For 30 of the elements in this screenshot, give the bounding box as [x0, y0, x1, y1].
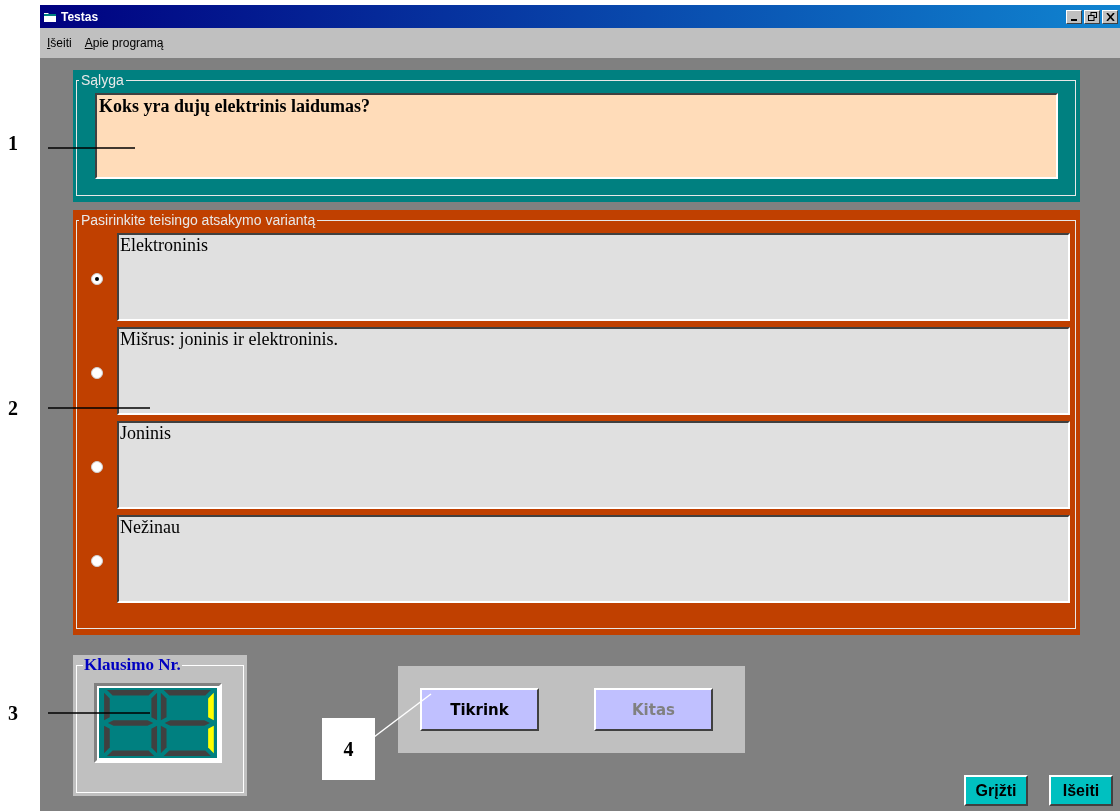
minimize-button[interactable] [1066, 9, 1082, 24]
frame-legend: Pasirinkite teisingo atsakymo variantą [79, 212, 318, 228]
action-button[interactable]: Tikrink [420, 688, 539, 731]
menu-item[interactable]: Apie programą [84, 36, 164, 50]
frame-legend: Sąlyga [79, 72, 126, 88]
restore-button[interactable] [1084, 9, 1100, 24]
minimize-icon [1071, 18, 1077, 21]
answer-option[interactable]: Elektroninis [117, 233, 1070, 321]
radio-button[interactable] [91, 555, 103, 567]
counter-label: Klausimo Nr. [83, 655, 182, 675]
radio-button[interactable] [91, 273, 103, 285]
radio-button[interactable] [91, 461, 103, 473]
answer-option[interactable]: Joninis [117, 421, 1070, 509]
callout-number: 3 [8, 702, 18, 725]
callout-number: 4 [322, 718, 375, 780]
restore-icon [1087, 12, 1097, 21]
callout-number: 2 [8, 397, 18, 420]
answer-option[interactable]: Mišrus: joninis ir elektroninis. [117, 327, 1070, 415]
callout-number: 1 [8, 132, 18, 155]
close-icon [1105, 12, 1115, 21]
answer-option[interactable]: Nežinau [117, 515, 1070, 603]
footer-button[interactable]: Išeiti [1049, 775, 1113, 806]
window-title: Testas [61, 9, 100, 24]
question-text: Koks yra dujų elektrinis laidumas? [95, 93, 1058, 179]
menu-item[interactable]: Išeiti [47, 36, 72, 50]
radio-button[interactable] [91, 367, 103, 379]
app-icon [43, 10, 57, 23]
close-button[interactable] [1102, 9, 1118, 24]
footer-button[interactable]: Grįžti [964, 775, 1028, 806]
leader-line [373, 693, 432, 738]
